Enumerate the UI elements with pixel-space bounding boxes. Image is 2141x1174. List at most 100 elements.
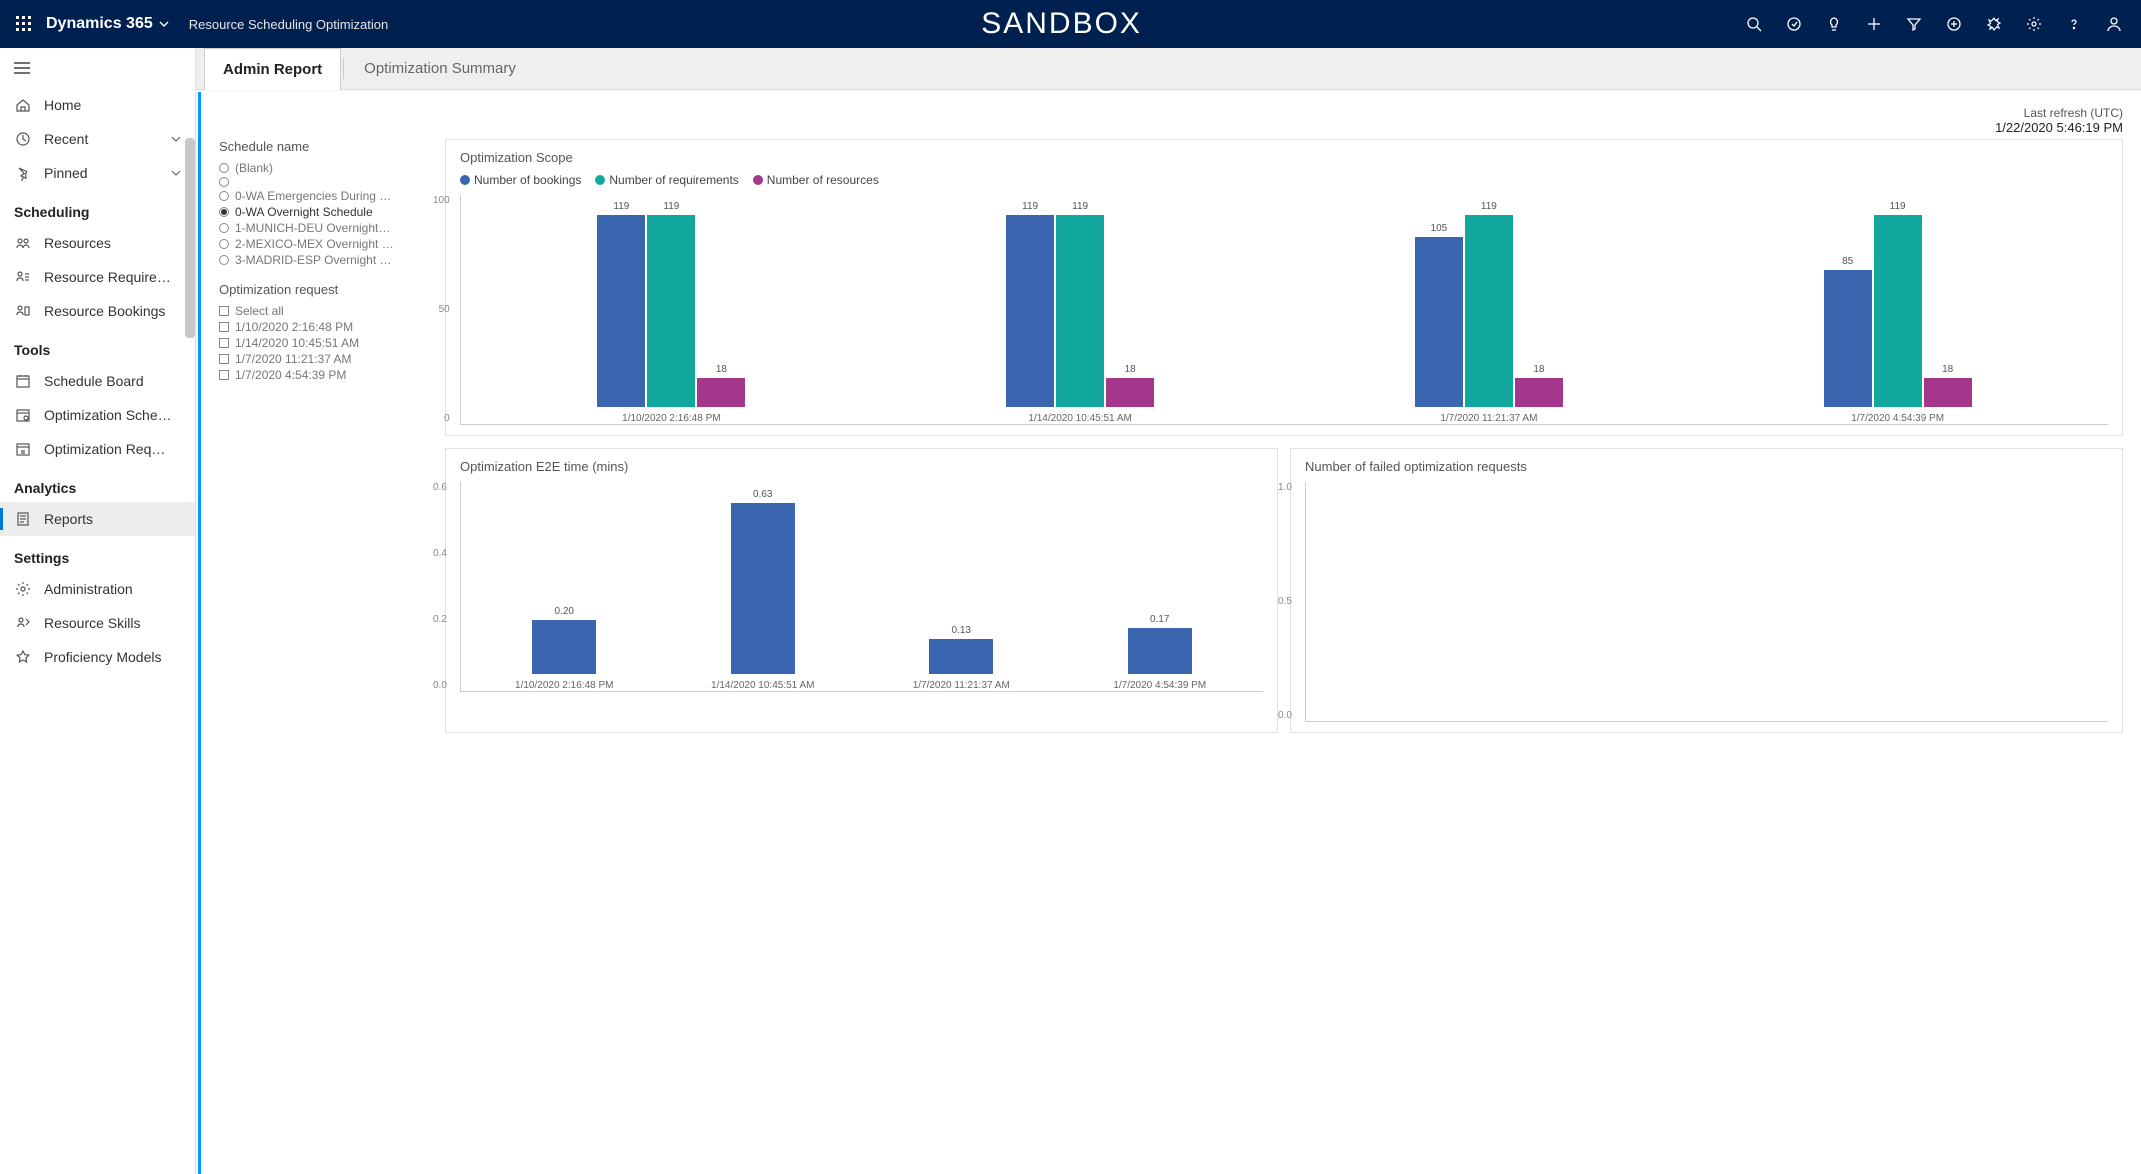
- legend-item: Number of requirements: [595, 173, 738, 187]
- bar-value-label: 18: [697, 364, 745, 375]
- schedule-name-option[interactable]: 0-WA Emergencies During …: [219, 188, 429, 204]
- sidebar-item-resource-skills[interactable]: Resource Skills: [0, 606, 195, 640]
- chart-title: Number of failed optimization requests: [1305, 459, 2108, 474]
- search-icon[interactable]: [1735, 5, 1773, 43]
- nav-section-title: Settings: [0, 536, 195, 572]
- sidebar-item-resource-bookings[interactable]: Resource Bookings: [0, 294, 195, 328]
- select-all-checkbox[interactable]: Select all: [219, 303, 429, 319]
- tab-bar: Admin ReportOptimization Summary: [196, 48, 2141, 90]
- sidebar-item-resource-require-[interactable]: Resource Require…: [0, 260, 195, 294]
- bar-value-label: 0.17: [1128, 614, 1192, 625]
- nav-label: Pinned: [44, 165, 88, 181]
- schedule-name-option[interactable]: 2-MEXICO-MEX Overnight …: [219, 236, 429, 252]
- chart-group: 0.631/14/2020 10:45:51 AM: [664, 464, 863, 691]
- chart-bar: 18: [1106, 378, 1154, 407]
- chart-group: 0.17 1/7/2020 4:54:39 PM: [1061, 464, 1260, 691]
- sidebar-item-proficiency-models[interactable]: Proficiency Models: [0, 640, 195, 674]
- app-launcher-icon[interactable]: [8, 8, 40, 40]
- lightbulb-icon[interactable]: [1815, 5, 1853, 43]
- task-icon[interactable]: [1775, 5, 1813, 43]
- bar-value-label: 119: [1874, 201, 1922, 212]
- x-axis-label: 1/10/2020 2:16:48 PM: [622, 413, 720, 424]
- chart-group: 0.131/7/2020 11:21:37 AM: [862, 464, 1061, 691]
- nav-label: Proficiency Models: [44, 649, 162, 665]
- legend-color-dot: [460, 175, 470, 185]
- hamburger-icon[interactable]: [0, 48, 195, 88]
- help-icon[interactable]: [2055, 5, 2093, 43]
- nav-section-title: Analytics: [0, 466, 195, 502]
- sidebar-item-optimization-req-[interactable]: Optimization Req…: [0, 432, 195, 466]
- chart-bar: 0.63: [731, 503, 795, 674]
- calendar-icon: [14, 372, 32, 390]
- radio-icon: [219, 191, 229, 201]
- chart-bar: 18: [1515, 378, 1563, 407]
- sidebar-item-optimization-sche-[interactable]: Optimization Sche…: [0, 398, 195, 432]
- bar-value-label: 85: [1824, 256, 1872, 267]
- chart-group: 0.20 1/10/2020 2:16:48 PM: [465, 464, 664, 691]
- sidebar-item-administration[interactable]: Administration: [0, 572, 195, 606]
- user-icon[interactable]: [2095, 5, 2133, 43]
- checkbox-icon: [219, 306, 229, 316]
- optimization-request-option[interactable]: 1/7/2020 4:54:39 PM: [219, 367, 429, 383]
- tab-admin-report[interactable]: Admin Report: [204, 48, 341, 90]
- schedule-name-option[interactable]: 0-WA Overnight Schedule: [219, 204, 429, 220]
- radio-icon: [219, 255, 229, 265]
- calendar-req-icon: [14, 440, 32, 458]
- x-axis-label: 1/10/2020 2:16:48 PM: [515, 680, 613, 691]
- chart-bar: 119: [1006, 215, 1054, 407]
- last-refresh: Last refresh (UTC) 1/22/2020 5:46:19 PM: [1995, 106, 2123, 135]
- nav-label: Administration: [44, 581, 133, 597]
- nav-label: Optimization Sche…: [44, 407, 172, 423]
- bar-value-label: 0.20: [532, 606, 596, 617]
- bar-value-label: 119: [1056, 201, 1104, 212]
- option-label: 1/10/2020 2:16:48 PM: [235, 320, 353, 334]
- nav-label: Resources: [44, 235, 111, 251]
- x-axis-label: 1/7/2020 4:54:39 PM: [1851, 413, 1944, 424]
- sidebar-item-schedule-board[interactable]: Schedule Board: [0, 364, 195, 398]
- option-label: 1/14/2020 10:45:51 AM: [235, 336, 359, 350]
- schedule-name-option[interactable]: [219, 176, 429, 188]
- checkbox-icon: [219, 338, 229, 348]
- x-axis-label: 1/7/2020 4:54:39 PM: [1113, 680, 1206, 691]
- chart-bar: 119: [1874, 215, 1922, 407]
- optimization-request-option[interactable]: 1/10/2020 2:16:48 PM: [219, 319, 429, 335]
- optimization-request-title: Optimization request: [219, 282, 429, 297]
- bar-value-label: 105: [1415, 223, 1463, 234]
- person-list-icon: [14, 268, 32, 286]
- people-icon: [14, 234, 32, 252]
- schedule-name-option[interactable]: 3-MADRID-ESP Overnight …: [219, 252, 429, 268]
- bar-value-label: 0.13: [929, 625, 993, 636]
- bar-value-label: 18: [1515, 364, 1563, 375]
- radio-icon: [219, 239, 229, 249]
- clock-icon: [14, 130, 32, 148]
- legend-item: Number of resources: [753, 173, 879, 187]
- tab-optimization-summary[interactable]: Optimization Summary: [346, 48, 534, 89]
- schedule-name-option[interactable]: (Blank): [219, 160, 429, 176]
- tool-icon[interactable]: [1975, 5, 2013, 43]
- filter-icon[interactable]: [1895, 5, 1933, 43]
- report-body: Last refresh (UTC) 1/22/2020 5:46:19 PM …: [198, 92, 2141, 1174]
- schedule-name-title: Schedule name: [219, 139, 429, 154]
- gear-icon[interactable]: [2015, 5, 2053, 43]
- nav-label: Resource Bookings: [44, 303, 165, 319]
- sidebar-item-recent[interactable]: Recent: [0, 122, 195, 156]
- sidebar-item-home[interactable]: Home: [0, 88, 195, 122]
- option-label: (Blank): [235, 161, 273, 175]
- sidebar-item-reports[interactable]: Reports: [0, 502, 195, 536]
- app-title: Resource Scheduling Optimization: [189, 17, 388, 32]
- checkbox-icon: [219, 322, 229, 332]
- optimization-request-option[interactable]: 1/14/2020 10:45:51 AM: [219, 335, 429, 351]
- tab-separator: [343, 58, 344, 79]
- chart-bar: 85: [1824, 270, 1872, 407]
- add-circle-icon[interactable]: [1935, 5, 1973, 43]
- scrollbar-thumb[interactable]: [185, 138, 195, 338]
- schedule-name-option[interactable]: 1-MUNICH-DEU Overnight…: [219, 220, 429, 236]
- legend-color-dot: [753, 175, 763, 185]
- nav-label: Optimization Req…: [44, 441, 165, 457]
- optimization-request-option[interactable]: 1/7/2020 11:21:37 AM: [219, 351, 429, 367]
- sidebar-item-pinned[interactable]: Pinned: [0, 156, 195, 190]
- plus-icon[interactable]: [1855, 5, 1893, 43]
- sidebar-item-resources[interactable]: Resources: [0, 226, 195, 260]
- chart-bar: 0.13: [929, 639, 993, 674]
- brand-menu[interactable]: Dynamics 365: [46, 15, 169, 33]
